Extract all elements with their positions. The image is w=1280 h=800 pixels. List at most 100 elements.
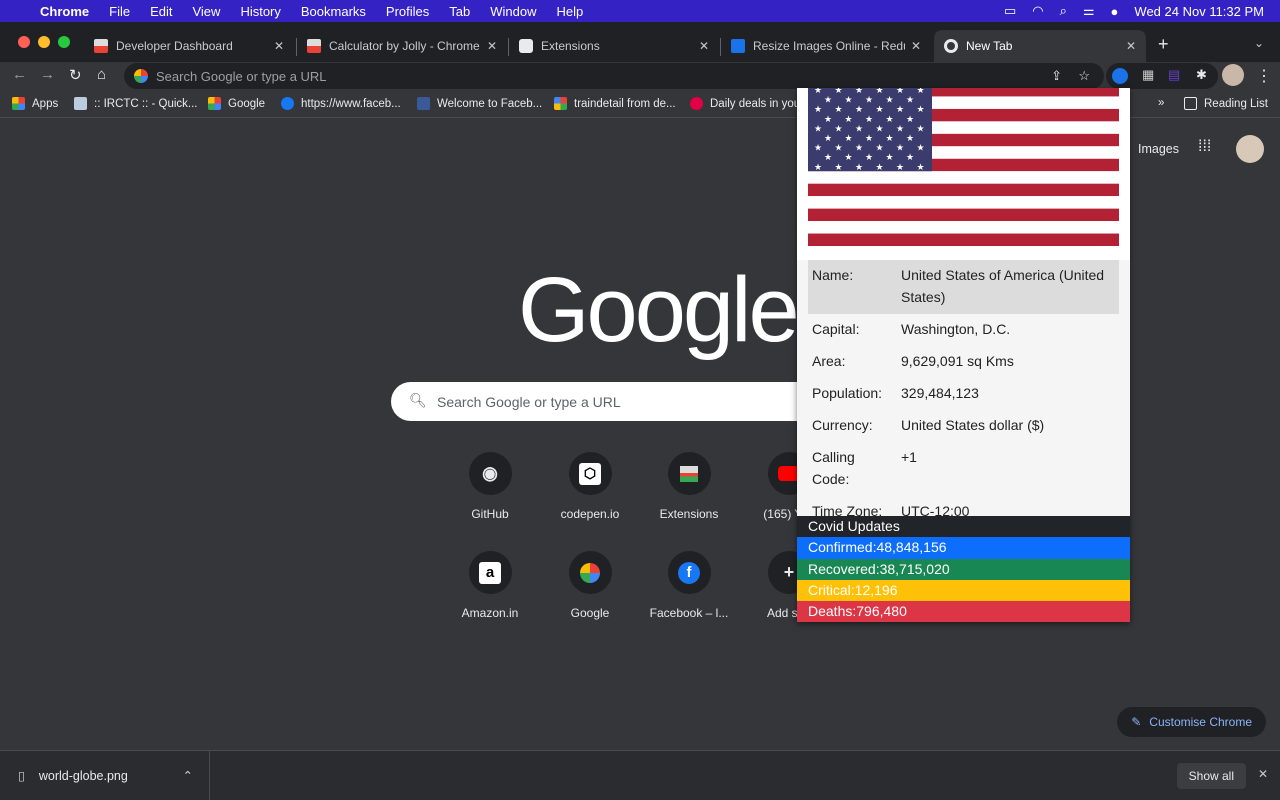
- flag-star: ★: [896, 162, 904, 172]
- flag-star: ★: [834, 88, 842, 95]
- notes-extension-icon[interactable]: ▤: [1168, 67, 1180, 83]
- tab-developer-dashboard[interactable]: Developer Dashboard ✕: [84, 30, 294, 62]
- control-center-icon[interactable]: ⚌: [1083, 3, 1095, 19]
- forward-button[interactable]: →: [40, 66, 55, 83]
- flag-star: ★: [906, 133, 914, 143]
- amazon-icon: a: [468, 551, 512, 594]
- flag-star: ★: [834, 104, 842, 114]
- menu-file[interactable]: File: [109, 4, 130, 19]
- show-all-button[interactable]: Show all: [1176, 763, 1246, 789]
- images-link[interactable]: Images: [1138, 142, 1179, 156]
- flag-star: ★: [855, 88, 863, 95]
- tab-extensions[interactable]: Extensions ✕: [509, 30, 719, 62]
- apps-grid-icon: [12, 97, 25, 110]
- google-apps-icon[interactable]: ⁞⁞⁞: [1198, 138, 1211, 156]
- minimize-window-button[interactable]: [38, 36, 50, 48]
- close-download-bar-icon[interactable]: ✕: [1258, 767, 1268, 781]
- bookmark-apps[interactable]: Apps: [12, 97, 58, 110]
- close-tab-icon[interactable]: ✕: [911, 39, 921, 53]
- toolbar: ← → ↻ ⌂ Search Google or type a URL ⇪ ☆ …: [0, 62, 1280, 90]
- flag-star: ★: [855, 104, 863, 114]
- menu-bookmarks[interactable]: Bookmarks: [301, 4, 366, 19]
- flag-stripe: [808, 233, 1119, 246]
- bookmark-facebook[interactable]: https://www.faceb...: [281, 97, 401, 110]
- info-row-calling-code: Calling Code: +1: [812, 449, 917, 487]
- calculator-extension-icon[interactable]: ▦: [1142, 67, 1154, 83]
- share-icon[interactable]: ⇪: [1051, 68, 1062, 84]
- zoom-window-button[interactable]: [58, 36, 70, 48]
- bookmark-irctc[interactable]: :: IRCTC :: - Quick...: [74, 97, 198, 110]
- tab-strip: Developer Dashboard ✕ Calculator by Jolly…: [0, 22, 1280, 62]
- download-item[interactable]: ▯ world-globe.png ⌃: [0, 751, 210, 800]
- shortcut-extensions[interactable]: Extensions: [639, 452, 739, 521]
- bookmark-snapdeal[interactable]: Daily deals in you: [690, 97, 800, 110]
- google-icon: [134, 69, 148, 83]
- covid-title: Covid Updates: [797, 516, 1130, 538]
- close-window-button[interactable]: [18, 36, 30, 48]
- account-avatar[interactable]: [1236, 135, 1264, 163]
- tab-search-chevron-icon[interactable]: ⌄: [1254, 36, 1264, 50]
- shortcut-facebook[interactable]: f Facebook – l...: [639, 551, 739, 620]
- info-row-area: Area: 9,629,091 sq Kms: [812, 353, 1014, 369]
- menu-chrome[interactable]: Chrome: [40, 4, 89, 19]
- shortcut-google[interactable]: Google: [540, 551, 640, 620]
- close-tab-icon[interactable]: ✕: [1126, 39, 1136, 53]
- flag-star: ★: [916, 104, 924, 114]
- chrome-webstore-icon: [667, 452, 711, 495]
- shortcut-codepen[interactable]: ⬡ codepen.io: [540, 452, 640, 521]
- menu-history[interactable]: History: [240, 4, 280, 19]
- chevron-up-icon[interactable]: ⌃: [183, 768, 193, 783]
- bookmark-google[interactable]: Google: [208, 97, 265, 110]
- back-button[interactable]: ←: [12, 66, 27, 83]
- flag-star: ★: [885, 95, 893, 105]
- reload-button[interactable]: ↻: [69, 66, 82, 84]
- menu-profiles[interactable]: Profiles: [386, 4, 429, 19]
- puzzle-icon[interactable]: ✱: [1196, 67, 1207, 83]
- flag-star: ★: [814, 162, 822, 172]
- traindetail-icon: [554, 97, 567, 110]
- extensions-area: ▦ ▤ ✱: [1106, 63, 1218, 89]
- covid-confirmed: Confirmed:48,848,156: [797, 537, 1130, 559]
- google-icon: [208, 97, 221, 110]
- irctc-icon: [74, 97, 87, 110]
- customise-chrome-button[interactable]: ✎ Customise Chrome: [1117, 707, 1266, 737]
- clock[interactable]: Wed 24 Nov 11:32 PM: [1134, 4, 1264, 19]
- flag-star: ★: [896, 143, 904, 153]
- world-info-extension-icon[interactable]: [1112, 68, 1128, 84]
- bookmarks-overflow-button[interactable]: »: [1158, 97, 1164, 109]
- covid-recovered: Recovered:38,715,020: [797, 558, 1130, 580]
- window-controls: [18, 36, 70, 48]
- spotlight-icon[interactable]: ⌕: [1060, 3, 1067, 19]
- flag-star: ★: [865, 133, 873, 143]
- siri-icon[interactable]: ●: [1111, 4, 1119, 19]
- menu-tab[interactable]: Tab: [449, 4, 470, 19]
- omnibox[interactable]: Search Google or type a URL ⇪ ☆: [124, 63, 1104, 89]
- profile-avatar[interactable]: [1222, 64, 1244, 86]
- menu-view[interactable]: View: [192, 4, 220, 19]
- new-tab-button[interactable]: +: [1158, 34, 1169, 55]
- flag-star: ★: [885, 114, 893, 124]
- shortcut-amazon[interactable]: a Amazon.in: [440, 551, 540, 620]
- flag-star: ★: [875, 143, 883, 153]
- menu-edit[interactable]: Edit: [150, 4, 172, 19]
- reading-list-button[interactable]: Reading List: [1184, 97, 1268, 110]
- flag-stripe: [808, 221, 1119, 234]
- us-flag-image: ★ ★ ★ ★ ★ ★★ ★ ★ ★ ★★ ★ ★ ★ ★ ★★ ★ ★ ★ ★★ ★ ★ ★ ★ ★★ ★ ★ ★ ★★ ★ ★ ★ ★ ★★…: [808, 88, 1119, 246]
- shortcut-github[interactable]: ◉ GitHub: [440, 452, 540, 521]
- wifi-icon[interactable]: ◠: [1032, 3, 1043, 19]
- menu-help[interactable]: Help: [557, 4, 584, 19]
- close-tab-icon[interactable]: ✕: [274, 39, 284, 53]
- tab-resize-images[interactable]: Resize Images Online - Reduce✕: [721, 30, 931, 62]
- download-bar: ▯ world-globe.png ⌃ Show all ✕: [0, 750, 1280, 800]
- battery-icon[interactable]: ▭: [1004, 3, 1016, 19]
- menu-kebab-icon[interactable]: ⋮: [1256, 66, 1272, 86]
- home-button[interactable]: ⌂: [97, 66, 106, 83]
- bookmark-star-icon[interactable]: ☆: [1078, 68, 1090, 84]
- close-tab-icon[interactable]: ✕: [487, 39, 497, 53]
- bookmark-welcome-facebook[interactable]: Welcome to Faceb...: [417, 97, 542, 110]
- close-tab-icon[interactable]: ✕: [699, 39, 709, 53]
- bookmark-traindetail[interactable]: traindetail from de...: [554, 97, 676, 110]
- tab-new-tab[interactable]: New Tab ✕: [934, 30, 1146, 62]
- tab-calculator[interactable]: Calculator by Jolly - Chrome W ✕: [297, 30, 507, 62]
- menu-window[interactable]: Window: [490, 4, 536, 19]
